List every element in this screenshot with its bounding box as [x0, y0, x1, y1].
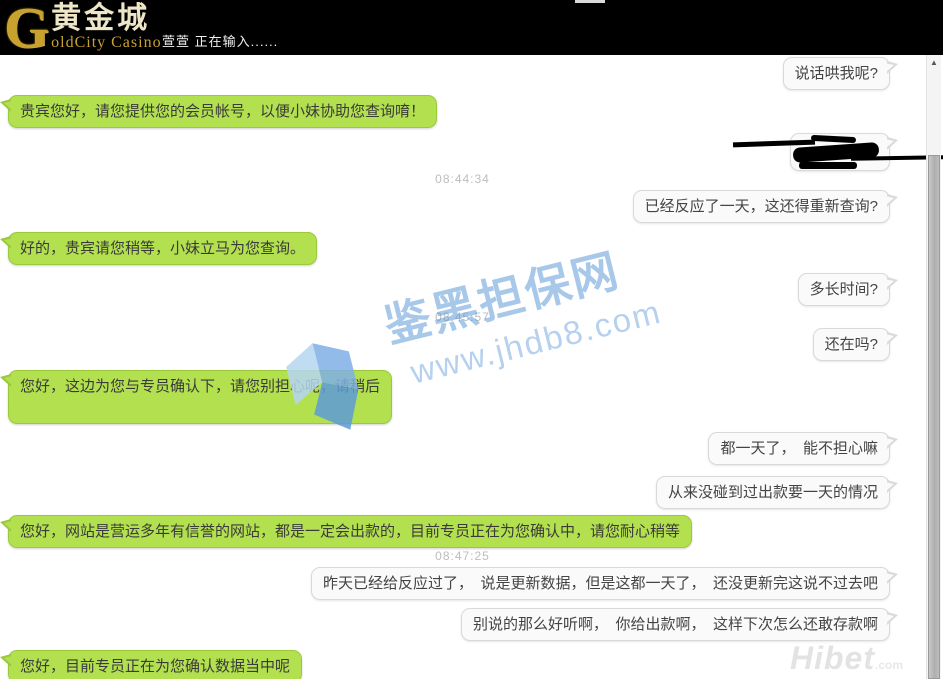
chat-bubble-user: 都一天了， 能不担心嘛	[708, 432, 890, 465]
message-text: 别说的那么好听啊， 你给出款啊， 这样下次怎么还敢存款啊	[473, 616, 878, 633]
chat-row: 昨天已经给反应过了， 说是更新数据，但是这都一天了， 还没更新完这说不过去吧	[311, 567, 890, 600]
gold-g-logo-icon: G	[0, 0, 51, 55]
corner-watermark-text: Hibet	[790, 640, 875, 676]
chat-bubble-user: 别说的那么好听啊， 你给出款啊， 这样下次怎么还敢存款啊	[461, 608, 890, 641]
timestamp: 08:45:57	[0, 310, 925, 324]
message-text: 多长时间?	[810, 281, 878, 298]
chat-row	[790, 133, 890, 176]
corner-watermark-suffix: .com	[875, 658, 903, 672]
message-text: 您好，这边为您与专员确认下，请您别担心呢，请稍后	[20, 378, 380, 395]
chat-bubble-user-redacted	[790, 133, 890, 171]
chat-row: 还在吗?	[813, 328, 890, 361]
chat-row: 您好，这边为您与专员确认下，请您别担心呢，请稍后	[8, 370, 392, 424]
message-text: 好的，贵宾请您稍等，小妹立马为您查询。	[20, 240, 305, 257]
scroll-up-arrow-icon[interactable]: ▲	[927, 55, 941, 71]
chat-bubble-agent: 您好，目前专员正在为您确认数据当中呢	[8, 650, 302, 679]
watermark-title: 鉴黑担保网	[377, 227, 656, 357]
typing-status: 萱萱 正在输入......	[162, 31, 278, 50]
brand-logo: G 黄金城 oldCity Casino	[0, 0, 162, 55]
chat-row: 您好，网站是营运多年有信誉的网站，都是一定会出款的，目前专员正在为您确认中，请您…	[8, 515, 692, 548]
chat-bubble-agent: 贵宾您好，请您提供您的会员帐号，以便小妹协助您查询唷！	[8, 95, 437, 128]
chat-row: 别说的那么好听啊， 你给出款啊， 这样下次怎么还敢存款啊	[461, 608, 890, 641]
header-bar: G 黄金城 oldCity Casino 萱萱 正在输入......	[0, 0, 943, 55]
chat-row: 贵宾您好，请您提供您的会员帐号，以便小妹协助您查询唷！	[8, 95, 437, 128]
message-text: 从来没碰到过出款要一天的情况	[668, 484, 878, 501]
scrollbar-thumb[interactable]	[928, 155, 940, 679]
chat-row: 已经反应了一天，这还得重新查询?	[633, 190, 890, 223]
redaction-scribble	[799, 162, 857, 169]
watermark-url: www.jhdb8.com	[407, 293, 666, 392]
message-text: 昨天已经给反应过了， 说是更新数据，但是这都一天了， 还没更新完这说不过去吧	[323, 575, 878, 592]
chat-bubble-user: 说话哄我呢?	[783, 57, 890, 90]
message-text: 说话哄我呢?	[795, 65, 878, 82]
chat-window: G 黄金城 oldCity Casino 萱萱 正在输入...... ▲ 说话哄…	[0, 0, 943, 679]
chat-row: 您好，目前专员正在为您确认数据当中呢	[8, 650, 302, 679]
chat-scrollbar[interactable]: ▲	[926, 55, 941, 679]
chat-bubble-user: 多长时间?	[798, 273, 890, 306]
timestamp: 08:44:34	[0, 172, 925, 186]
brand-name-english: oldCity Casino	[51, 35, 161, 51]
chat-row: 说话哄我呢?	[783, 57, 890, 90]
chat-bubble-user: 昨天已经给反应过了， 说是更新数据，但是这都一天了， 还没更新完这说不过去吧	[311, 567, 890, 600]
message-text: 都一天了， 能不担心嘛	[720, 440, 878, 457]
corner-watermark: Hibet.com	[790, 640, 903, 677]
chat-row: 从来没碰到过出款要一天的情况	[656, 476, 890, 509]
redaction-scribble	[811, 135, 856, 143]
chat-bubble-user: 还在吗?	[813, 328, 890, 361]
message-text: 您好，网站是营运多年有信誉的网站，都是一定会出款的，目前专员正在为您确认中，请您…	[20, 523, 680, 540]
chat-row: 多长时间?	[798, 273, 890, 306]
chat-bubble-agent: 您好，这边为您与专员确认下，请您别担心呢，请稍后	[8, 370, 392, 424]
chat-row: 都一天了， 能不担心嘛	[708, 432, 890, 465]
message-text: 还在吗?	[825, 336, 878, 353]
timestamp: 08:47:25	[0, 549, 925, 563]
message-text: 您好，目前专员正在为您确认数据当中呢	[20, 658, 290, 675]
window-edge-artifact	[575, 0, 605, 3]
brand-name-chinese: 黄金城	[51, 4, 161, 34]
message-text: 贵宾您好，请您提供您的会员帐号，以便小妹协助您查询唷！	[20, 103, 425, 120]
chat-bubble-user: 已经反应了一天，这还得重新查询?	[633, 190, 890, 223]
chat-row: 好的，贵宾请您稍等，小妹立马为您查询。	[8, 232, 317, 265]
chat-bubble-agent: 好的，贵宾请您稍等，小妹立马为您查询。	[8, 232, 317, 265]
message-text: 已经反应了一天，这还得重新查询?	[645, 198, 878, 215]
chat-bubble-agent: 您好，网站是营运多年有信誉的网站，都是一定会出款的，目前专员正在为您确认中，请您…	[8, 515, 692, 548]
chat-bubble-user: 从来没碰到过出款要一天的情况	[656, 476, 890, 509]
